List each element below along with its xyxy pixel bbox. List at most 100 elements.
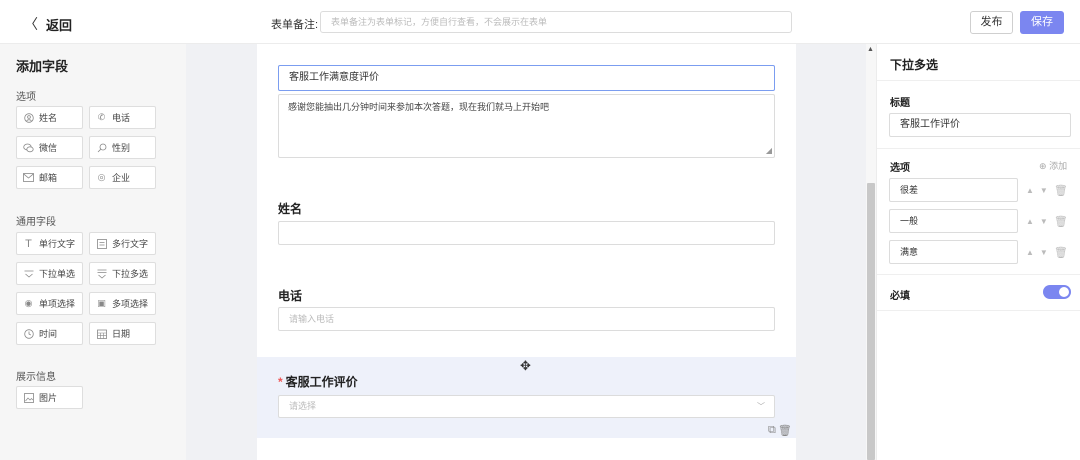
move-up-icon[interactable]: ▲ (1026, 217, 1034, 226)
trash-icon[interactable]: 🗑 (778, 424, 792, 437)
field-label: 多行文字 (112, 239, 149, 249)
field-label: 单行文字 (39, 239, 76, 249)
field-label: 电话 (112, 113, 131, 123)
option-tools: ▲ ▼ 🗑 (1026, 215, 1068, 228)
option-tools: ▲ ▼ 🗑 (1026, 246, 1068, 259)
properties-title: 下拉多选 (890, 58, 939, 72)
scrollbar-thumb[interactable] (867, 183, 875, 460)
field-label: 时间 (39, 329, 58, 339)
field-button-dropdown-multi[interactable]: 下拉多选 (89, 262, 156, 285)
field-button-multi-line[interactable]: 多行文字 (89, 232, 156, 255)
copy-icon[interactable]: ⧉ (768, 424, 776, 437)
toggle-knob (1059, 287, 1069, 297)
option-tools: ▲ ▼ 🗑 (1026, 184, 1068, 197)
move-up-icon[interactable]: ▲ (1026, 248, 1034, 257)
option-input[interactable]: 满意 (889, 240, 1018, 264)
dropdown-icon (23, 268, 34, 279)
phone-input[interactable]: 请输入电话 (278, 307, 775, 331)
required-toggle[interactable] (1043, 285, 1071, 299)
field-label: 多项选择 (112, 299, 149, 309)
field-label: 邮箱 (39, 173, 58, 183)
user-icon (23, 112, 34, 123)
top-bar: 〈 返回 表单备注: 表单备注为表单标记，方便自行查看，不会展示在表单 发布 保… (0, 0, 1080, 44)
field-label: 下拉多选 (112, 269, 149, 279)
radio-icon: ◉ (24, 298, 33, 308)
required-label: 必填 (890, 291, 910, 302)
field-button-time[interactable]: 时间 (16, 322, 83, 345)
form-description-textarea[interactable]: 感谢您能抽出几分钟时间来参加本次答题，现在我们就马上开始吧 ◢ (278, 94, 775, 158)
move-icon[interactable]: ✥ (520, 358, 531, 374)
field-label: 姓名 (39, 113, 58, 123)
image-icon (23, 392, 34, 403)
publish-button[interactable]: 发布 (970, 11, 1013, 34)
field-button-name[interactable]: 姓名 (16, 106, 83, 129)
field-label-service-rating: * 客服工作评价 (278, 373, 358, 390)
trash-icon[interactable]: 🗑 (1054, 246, 1068, 259)
move-down-icon[interactable]: ▼ (1040, 186, 1048, 195)
checkbox-icon: ▣ (97, 298, 106, 308)
dropdown-multi-icon (96, 268, 107, 279)
move-down-icon[interactable]: ▼ (1040, 217, 1048, 226)
service-rating-select[interactable]: 请选择 ﹀ (278, 395, 775, 418)
title-field[interactable]: 客服工作评价 (889, 113, 1071, 137)
field-button-company[interactable]: ◎ 企业 (89, 166, 156, 189)
multiline-icon (96, 238, 107, 249)
divider (877, 310, 1080, 311)
field-button-dropdown-single[interactable]: 下拉单选 (16, 262, 83, 285)
field-label: 日期 (112, 329, 131, 339)
field-button-single-line[interactable]: T 单行文字 (16, 232, 83, 255)
option-input[interactable]: 很差 (889, 178, 1018, 202)
form-note-input[interactable]: 表单备注为表单标记，方便自行查看，不会展示在表单 (320, 11, 792, 33)
field-button-image[interactable]: 图片 (16, 386, 83, 409)
chevron-down-icon: ﹀ (757, 402, 765, 411)
section-label-options: 选项 (16, 92, 36, 103)
wechat-icon (23, 142, 34, 153)
section-label-general: 通用字段 (16, 217, 56, 228)
option-input[interactable]: 一般 (889, 209, 1018, 233)
field-button-email[interactable]: 邮箱 (16, 166, 83, 189)
title-label: 标题 (890, 98, 910, 109)
resize-handle-icon[interactable]: ◢ (766, 146, 772, 155)
field-label: 微信 (39, 143, 58, 153)
mail-icon (23, 172, 34, 183)
gender-icon (96, 142, 107, 153)
field-label-phone: 电话 (278, 289, 303, 303)
properties-panel: 下拉多选 标题 客服工作评价 选项 ⊕ 添加 很差 ▲ ▼ 🗑 一般 ▲ ▼ 🗑 满意 … (876, 44, 1080, 460)
section-label-display: 展示信息 (16, 372, 56, 383)
field-button-date[interactable]: 日期 (89, 322, 156, 345)
field-label: 单项选择 (39, 299, 76, 309)
chevron-left-icon: 〈 (24, 16, 38, 32)
palette-title: 添加字段 (16, 59, 69, 74)
back-label: 返回 (46, 17, 73, 33)
scroll-up-arrow-icon[interactable]: ▲ (867, 46, 874, 53)
name-input[interactable] (278, 221, 775, 245)
add-option-button[interactable]: ⊕ 添加 (1039, 159, 1067, 172)
move-up-icon[interactable]: ▲ (1026, 186, 1034, 195)
description-text: 感谢您能抽出几分钟时间来参加本次答题，现在我们就马上开始吧 (288, 102, 550, 112)
clock-icon (23, 328, 34, 339)
add-option-label: 添加 (1049, 161, 1068, 171)
form-title-input[interactable]: 客服工作满意度评价 (278, 65, 775, 91)
field-label: 性别 (112, 143, 131, 153)
required-mark: * (278, 375, 283, 389)
back-button[interactable]: 〈 返回 (24, 14, 72, 34)
form-note-label: 表单备注: (271, 19, 319, 31)
field-button-phone[interactable]: ✆ 电话 (89, 106, 156, 129)
field-button-checkbox[interactable]: ▣ 多项选择 (89, 292, 156, 315)
plus-circle-icon: ⊕ (1039, 161, 1047, 171)
move-down-icon[interactable]: ▼ (1040, 248, 1048, 257)
select-label-text: 客服工作评价 (285, 375, 358, 389)
field-label: 图片 (39, 393, 58, 403)
company-icon: ◎ (97, 172, 106, 182)
trash-icon[interactable]: 🗑 (1054, 184, 1068, 197)
options-label: 选项 (890, 163, 910, 174)
field-button-radio[interactable]: ◉ 单项选择 (16, 292, 83, 315)
trash-icon[interactable]: 🗑 (1054, 215, 1068, 228)
field-palette: 添加字段 选项 姓名 ✆ 电话 微信 性别 邮箱 ◎ 企业 通用字段 T 单行文… (0, 44, 186, 460)
divider (877, 274, 1080, 275)
save-button[interactable]: 保存 (1020, 11, 1064, 34)
calendar-icon (96, 328, 107, 339)
select-placeholder: 请选择 (289, 401, 317, 411)
field-button-wechat[interactable]: 微信 (16, 136, 83, 159)
field-button-gender[interactable]: 性别 (89, 136, 156, 159)
